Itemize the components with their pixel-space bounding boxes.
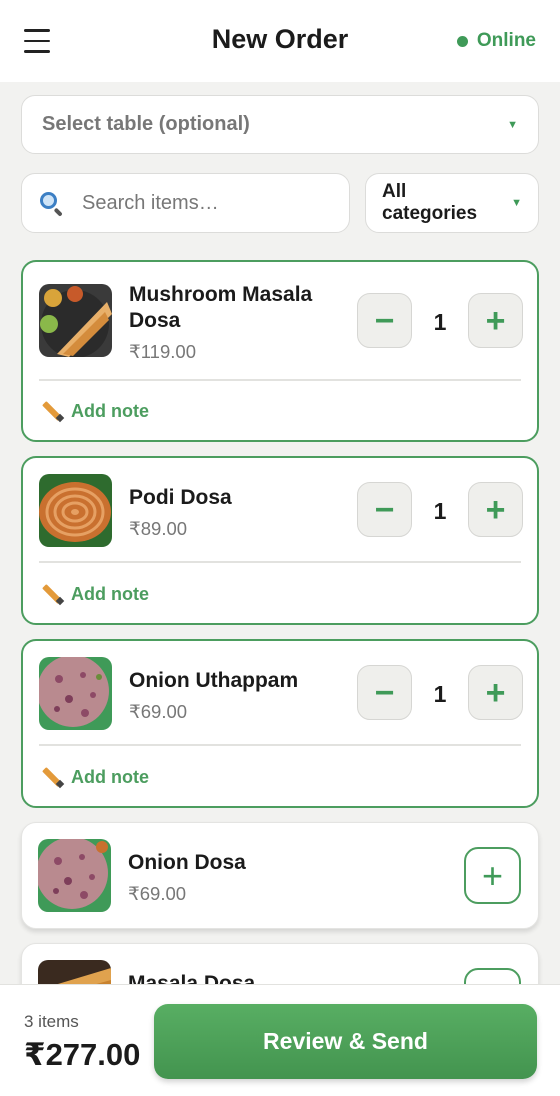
menu-item-card: Onion Uthappam ₹69.00 − 1 + Add note xyxy=(21,639,539,808)
order-total: ₹277.00 xyxy=(24,1037,141,1072)
quantity-value: 1 xyxy=(433,309,447,335)
item-price: ₹119.00 xyxy=(129,341,196,362)
item-name: Podi Dosa xyxy=(129,486,232,509)
add-note-label: Add note xyxy=(71,400,149,421)
item-price: ₹69.00 xyxy=(128,883,187,904)
card-divider xyxy=(39,561,521,563)
status-text: Online xyxy=(476,30,536,51)
items-count: 3 items xyxy=(24,1012,79,1031)
card-divider xyxy=(39,379,521,381)
add-note-button[interactable]: Add note xyxy=(39,765,149,789)
item-photo xyxy=(39,284,112,357)
caret-down-icon: ▼ xyxy=(511,197,522,209)
status-dot-icon xyxy=(456,35,468,47)
menu-item-card: Onion Dosa ₹69.00 + xyxy=(21,822,539,929)
table-select[interactable]: Select table (optional) ▼ xyxy=(21,95,539,154)
online-status: Online xyxy=(456,30,536,52)
review-send-button[interactable]: Review & Send xyxy=(154,1004,537,1079)
quantity-value: 1 xyxy=(433,681,447,707)
add-note-label: Add note xyxy=(71,766,149,787)
item-price: ₹69.00 xyxy=(129,701,188,722)
add-item-button[interactable]: + xyxy=(464,847,521,904)
item-name: Onion Dosa xyxy=(128,851,246,874)
add-note-button[interactable]: Add note xyxy=(39,582,149,606)
add-note-button[interactable]: Add note xyxy=(39,399,149,423)
pencil-icon xyxy=(39,399,65,423)
search-box[interactable] xyxy=(21,173,350,233)
item-name: Mushroom Masala Dosa xyxy=(129,283,313,332)
quantity-value: 1 xyxy=(433,498,447,524)
search-icon xyxy=(38,190,64,217)
increase-quantity-button[interactable]: + xyxy=(468,482,523,537)
pencil-icon xyxy=(39,765,65,789)
card-divider xyxy=(39,744,521,746)
caret-down-icon: ▼ xyxy=(507,118,518,131)
category-select-label: All categories xyxy=(382,181,478,224)
item-photo xyxy=(39,474,112,547)
category-select[interactable]: All categories ▼ xyxy=(365,173,539,233)
menu-item-card: Mushroom Masala Dosa ₹119.00 − 1 + Add n… xyxy=(21,260,539,442)
decrease-quantity-button[interactable]: − xyxy=(357,482,412,537)
app-header: New Order Online xyxy=(0,0,560,82)
increase-quantity-button[interactable]: + xyxy=(468,293,523,348)
search-input[interactable] xyxy=(82,191,302,215)
decrease-quantity-button[interactable]: − xyxy=(357,665,412,720)
decrease-quantity-button[interactable]: − xyxy=(357,293,412,348)
add-note-label: Add note xyxy=(71,583,149,604)
pencil-icon xyxy=(39,582,65,606)
order-footer: 3 items ₹277.00 Review & Send xyxy=(0,984,560,1096)
item-photo xyxy=(38,839,111,912)
item-photo xyxy=(39,657,112,730)
item-price: ₹89.00 xyxy=(129,518,188,539)
increase-quantity-button[interactable]: + xyxy=(468,665,523,720)
table-select-label: Select table (optional) xyxy=(42,113,250,135)
item-name: Onion Uthappam xyxy=(129,669,299,692)
menu-item-card: Podi Dosa ₹89.00 − 1 + Add note xyxy=(21,456,539,625)
